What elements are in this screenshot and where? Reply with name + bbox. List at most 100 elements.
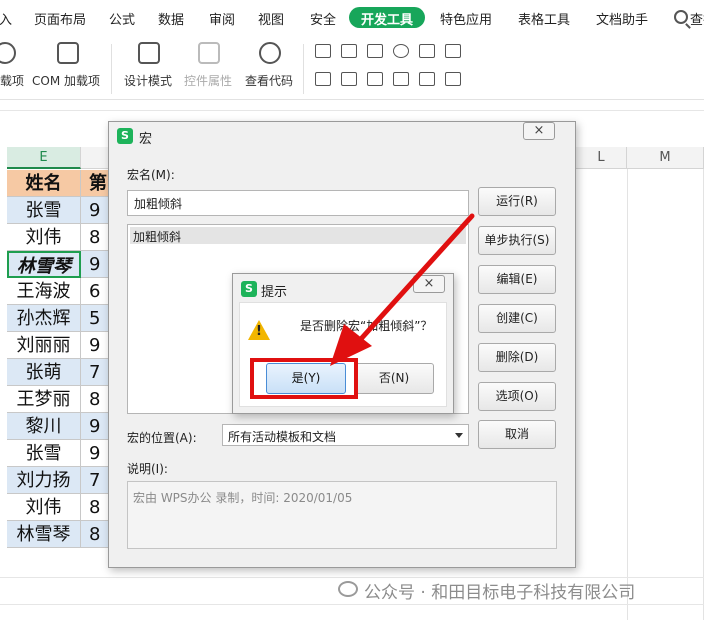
design-mode-label: 设计模式 [124, 74, 173, 88]
table-cell[interactable]: 8 [81, 224, 109, 251]
table-cell[interactable]: 刘丽丽 [7, 332, 81, 359]
column-header-f[interactable] [81, 147, 111, 169]
edit-button[interactable]: 编辑(E) [478, 265, 556, 294]
developer-toolbar: 载项 COM 加载项 设计模式 控件属性 查看代码 [0, 34, 704, 100]
grid-line [627, 169, 628, 620]
table-cell[interactable]: 9 [81, 251, 109, 278]
watermark: 公众号 · 和田目标电子科技有限公司 [364, 583, 636, 603]
options-button[interactable]: 选项(O) [478, 382, 556, 411]
wps-logo-icon: S [241, 281, 257, 297]
ribbon-menubar: 插入 页面布局 公式 数据 审阅 视图 安全 开发工具 特色应用 表格工具 文档… [0, 0, 704, 34]
properties-icon [198, 42, 220, 64]
table-cell[interactable]: 7 [81, 359, 109, 386]
label-control-icon[interactable] [341, 44, 357, 58]
table-cell[interactable]: 孙杰辉 [7, 305, 81, 332]
column-header-l[interactable]: L [576, 147, 627, 169]
table-cell[interactable]: 9 [81, 197, 109, 224]
column-header-e[interactable]: E [7, 147, 81, 169]
control-properties-button[interactable]: 控件属性 [184, 34, 234, 88]
com-addins-button[interactable]: COM 加载项 [32, 34, 104, 88]
macro-name-input[interactable]: 加粗倾斜 [127, 190, 469, 216]
table-cell[interactable]: 刘伟 [7, 224, 81, 251]
button-control-icon[interactable] [315, 72, 331, 86]
gear-icon [0, 42, 16, 64]
tab-formulas[interactable]: 公式 [109, 9, 135, 28]
table-cell[interactable]: 9 [81, 332, 109, 359]
addins-label: 载项 [0, 74, 25, 88]
selected-cell[interactable]: 林雪琴 [7, 251, 81, 278]
table-cell[interactable]: 林雪琴 [7, 521, 81, 548]
confirm-message: 是否删除宏“加粗倾斜”？ [300, 319, 433, 333]
table-header-cell[interactable]: 第 [81, 170, 109, 197]
wps-logo-icon: S [117, 128, 133, 144]
cancel-button[interactable]: 取消 [478, 420, 556, 449]
highlight-box [250, 358, 358, 399]
toggle-control-icon[interactable] [445, 72, 461, 86]
macro-location-value: 所有活动模板和文档 [228, 430, 337, 444]
step-into-button[interactable]: 单步执行(S) [478, 226, 556, 255]
search-icon[interactable] [674, 10, 688, 24]
textbox-control-icon[interactable] [393, 72, 409, 86]
tab-special-apps[interactable]: 特色应用 [440, 9, 492, 28]
toolbar-divider [303, 44, 304, 94]
design-mode-icon [138, 42, 160, 64]
table-cell[interactable]: 9 [81, 440, 109, 467]
grid-line [0, 604, 704, 605]
table-cell[interactable]: 刘力扬 [7, 467, 81, 494]
table-cell[interactable]: 5 [81, 305, 109, 332]
macro-dialog-titlebar[interactable]: S 宏 × [109, 122, 575, 150]
table-cell[interactable]: 刘伟 [7, 494, 81, 521]
wechat-icon [338, 581, 358, 597]
checkbox-control-icon[interactable] [315, 44, 331, 58]
radio-control-icon[interactable] [393, 44, 409, 58]
table-cell[interactable]: 8 [81, 386, 109, 413]
macro-list-item[interactable]: 加粗倾斜 [130, 227, 466, 244]
table-cell[interactable]: 黎川 [7, 413, 81, 440]
tab-developer-tools[interactable]: 开发工具 [349, 7, 426, 28]
com-addins-label: COM 加载项 [32, 74, 100, 88]
tab-review[interactable]: 审阅 [209, 9, 235, 28]
table-cell[interactable]: 张雪 [7, 440, 81, 467]
tab-table-tools[interactable]: 表格工具 [518, 9, 570, 28]
tab-doc-assistant[interactable]: 文档助手 [596, 9, 648, 28]
tab-view[interactable]: 视图 [258, 9, 284, 28]
table-cell[interactable]: 9 [81, 413, 109, 440]
tab-insert[interactable]: 插入 [0, 9, 12, 28]
table-cell[interactable]: 王梦丽 [7, 386, 81, 413]
spin-control-icon[interactable] [341, 72, 357, 86]
table-cell[interactable]: 8 [81, 494, 109, 521]
combobox-control-icon[interactable] [445, 44, 461, 58]
frame-control-icon[interactable] [367, 44, 383, 58]
column-header-m[interactable]: M [627, 147, 704, 169]
run-button[interactable]: 运行(R) [478, 187, 556, 216]
close-icon[interactable]: × [523, 122, 555, 140]
design-mode-button[interactable]: 设计模式 [124, 34, 174, 88]
table-cell[interactable]: 7 [81, 467, 109, 494]
control-properties-label: 控件属性 [184, 74, 233, 88]
macro-dialog-title: 宏 [139, 132, 153, 147]
view-code-button[interactable]: 查看代码 [245, 34, 295, 88]
table-cell[interactable]: 张雪 [7, 197, 81, 224]
create-button[interactable]: 创建(C) [478, 304, 556, 333]
description-label: 说明(I): [127, 462, 168, 476]
macro-location-select[interactable]: 所有活动模板和文档 [222, 424, 469, 446]
table-header-cell[interactable]: 姓名 [7, 170, 81, 197]
no-button[interactable]: 否(N) [354, 363, 434, 394]
listbox-control-icon[interactable] [419, 44, 435, 58]
addins-button[interactable]: 载项 [0, 34, 24, 88]
view-code-label: 查看代码 [245, 74, 294, 88]
chevron-down-icon [455, 433, 463, 438]
table-cell[interactable]: 6 [81, 278, 109, 305]
delete-button[interactable]: 删除(D) [478, 343, 556, 372]
scrollbar-control-icon[interactable] [367, 72, 383, 86]
table-cell[interactable]: 王海波 [7, 278, 81, 305]
tab-find[interactable]: 查找 [690, 9, 704, 28]
table-cell[interactable]: 张萌 [7, 359, 81, 386]
close-icon[interactable]: × [413, 275, 445, 293]
warning-icon [248, 320, 270, 340]
tab-page-layout[interactable]: 页面布局 [34, 9, 86, 28]
tab-data[interactable]: 数据 [158, 9, 184, 28]
image-control-icon[interactable] [419, 72, 435, 86]
table-cell[interactable]: 8 [81, 521, 109, 548]
tab-security[interactable]: 安全 [310, 9, 336, 28]
